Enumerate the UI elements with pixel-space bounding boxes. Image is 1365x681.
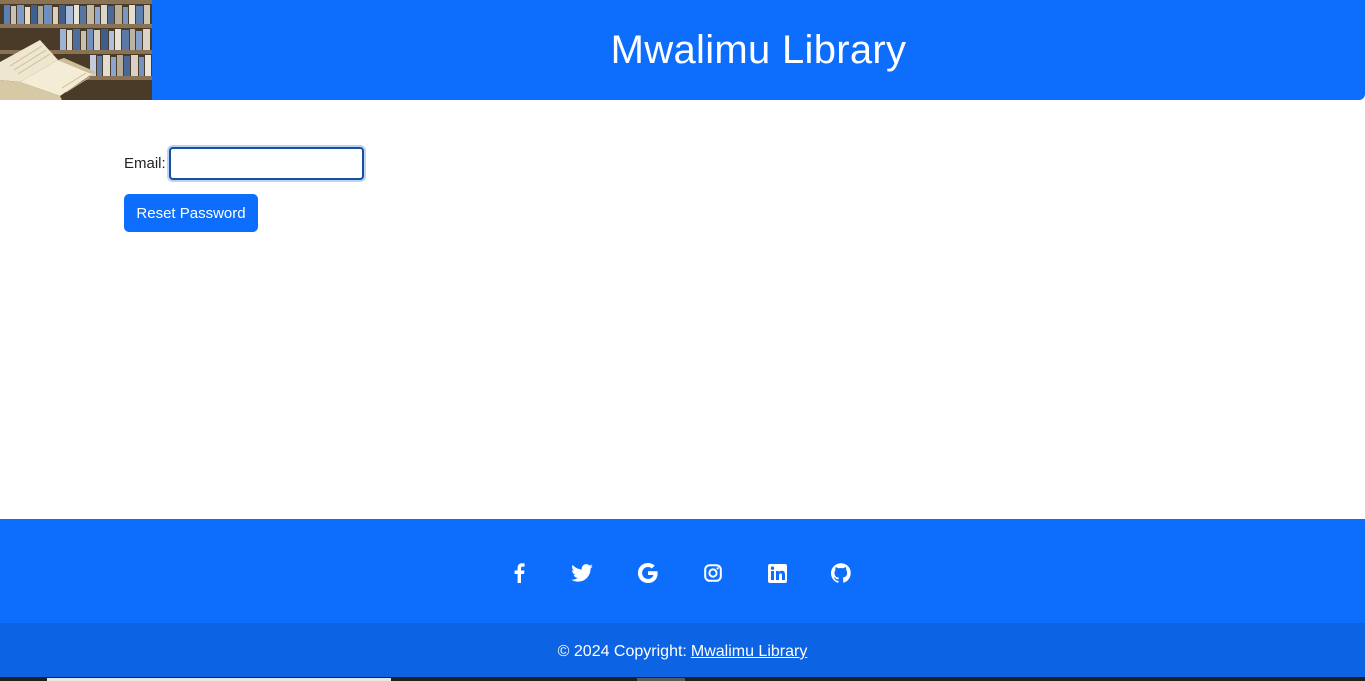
site-header: Mwalimu Library: [0, 0, 1365, 100]
window-bottom-edge: [0, 677, 1365, 681]
email-field[interactable]: [168, 146, 364, 180]
reset-password-button[interactable]: Reset Password: [124, 194, 258, 232]
github-icon[interactable]: [830, 562, 852, 584]
reset-password-form: Email: Reset Password: [124, 146, 364, 232]
email-label: Email:: [124, 154, 166, 172]
social-links: [0, 519, 1365, 623]
facebook-icon[interactable]: [508, 562, 530, 584]
instagram-icon[interactable]: [702, 562, 724, 584]
page: Mwalimu Library Email: Reset Password © …: [0, 0, 1365, 681]
linkedin-icon[interactable]: [766, 562, 788, 584]
library-logo-image: [0, 0, 152, 100]
google-icon[interactable]: [637, 562, 659, 584]
site-footer: © 2024 Copyright: Mwalimu Library: [0, 519, 1365, 681]
copyright-bar: © 2024 Copyright: Mwalimu Library: [0, 623, 1365, 681]
copyright-link[interactable]: Mwalimu Library: [691, 643, 807, 661]
twitter-icon[interactable]: [571, 562, 593, 584]
site-title: Mwalimu Library: [610, 27, 907, 72]
email-row: Email:: [124, 146, 364, 180]
copyright-text: © 2024 Copyright:: [557, 643, 687, 660]
